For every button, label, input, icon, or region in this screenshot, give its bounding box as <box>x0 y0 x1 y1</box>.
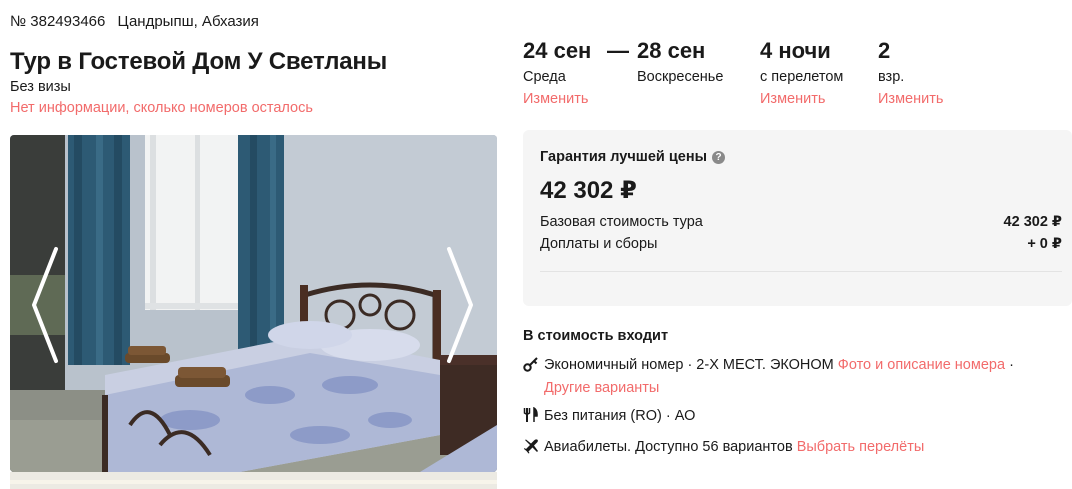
visa-status: Без визы <box>10 79 71 95</box>
chevron-left-icon <box>32 247 58 363</box>
airplane-icon <box>524 439 538 454</box>
includes-meal: Без питания (RO) · АО <box>523 407 695 424</box>
hotel-title: Тур в Гостевой Дом У Светланы <box>10 48 388 75</box>
base-price-row: Базовая стоимость тура 42 302 ₽ <box>540 214 1062 230</box>
date-separator: — <box>607 38 629 63</box>
room-description: Экономичный номер · 2-Х МЕСТ. ЭКОНОМ <box>544 357 834 373</box>
departure-weekday: Среда <box>523 69 566 85</box>
best-price-guarantee-label: Гарантия лучшей цены <box>540 149 707 165</box>
nights-count: 4 ночи <box>760 38 831 63</box>
tour-header: № 382493466 Цандрыпш, Абхазия <box>10 13 267 30</box>
tour-location: Цандрыпш, Абхазия <box>117 13 259 30</box>
card-divider <box>540 271 1062 272</box>
adults-label: взр. <box>878 69 905 85</box>
price-card: Гарантия лучшей цены? 42 302 ₽ Базовая с… <box>523 130 1072 306</box>
nights-block: 4 ночи с перелетом Изменить <box>760 38 843 107</box>
includes-room: Экономичный номер · 2-Х МЕСТ. ЭКОНОМ Фот… <box>523 356 1014 373</box>
flight-included-note: с перелетом <box>760 69 844 85</box>
extras-value: + 0 ₽ <box>1027 236 1062 252</box>
other-options-link[interactable]: Другие варианты <box>544 380 659 396</box>
key-icon <box>523 357 538 372</box>
room-separator: · <box>1009 357 1014 373</box>
hotel-photo-gallery[interactable] <box>10 135 497 472</box>
rooms-availability-note: Нет информации, сколько номеров осталось <box>10 100 313 116</box>
return-date-block: 28 сен Воскресенье <box>637 38 723 85</box>
base-price-label: Базовая стоимость тура <box>540 214 703 230</box>
flight-description: Авиабилеты. Доступно 56 вариантов <box>544 439 793 455</box>
best-price-guarantee: Гарантия лучшей цены? <box>540 149 725 165</box>
meal-plan: Без питания (RO) · АО <box>544 408 696 424</box>
room-photos-link[interactable]: Фото и описание номера <box>838 357 1005 373</box>
departure-date-block: 24 сен Среда Изменить <box>523 38 591 107</box>
travellers-block: 2 взр. Изменить <box>878 38 943 107</box>
base-price-value: 42 302 ₽ <box>1003 214 1062 230</box>
includes-flight: Авиабилеты. Доступно 56 вариантов Выбрат… <box>523 438 924 455</box>
cutlery-icon <box>523 407 538 422</box>
total-price: 42 302 ₽ <box>540 177 637 204</box>
return-date: 28 сен <box>637 38 706 63</box>
hotel-room-photo <box>10 135 497 472</box>
extras-label: Доплаты и сборы <box>540 236 658 252</box>
extras-row: Доплаты и сборы + 0 ₽ <box>540 236 1062 252</box>
adults-count: 2 <box>878 38 891 63</box>
location-map-preview[interactable] <box>10 472 497 489</box>
chevron-right-icon <box>447 247 473 363</box>
map-road <box>10 480 497 484</box>
includes-room-alternatives: Другие варианты <box>544 380 659 396</box>
change-travellers-link[interactable]: Изменить <box>878 91 943 107</box>
gallery-next-button[interactable] <box>445 245 475 365</box>
gallery-prev-button[interactable] <box>30 245 60 365</box>
choose-flights-link[interactable]: Выбрать перелёты <box>797 439 925 455</box>
return-weekday: Воскресенье <box>637 69 724 85</box>
change-nights-link[interactable]: Изменить <box>760 91 843 107</box>
change-dates-link[interactable]: Изменить <box>523 91 591 107</box>
departure-date: 24 сен <box>523 38 592 63</box>
info-icon[interactable]: ? <box>712 151 725 164</box>
includes-title: В стоимость входит <box>523 328 669 344</box>
tour-number: № 382493466 <box>10 13 106 30</box>
